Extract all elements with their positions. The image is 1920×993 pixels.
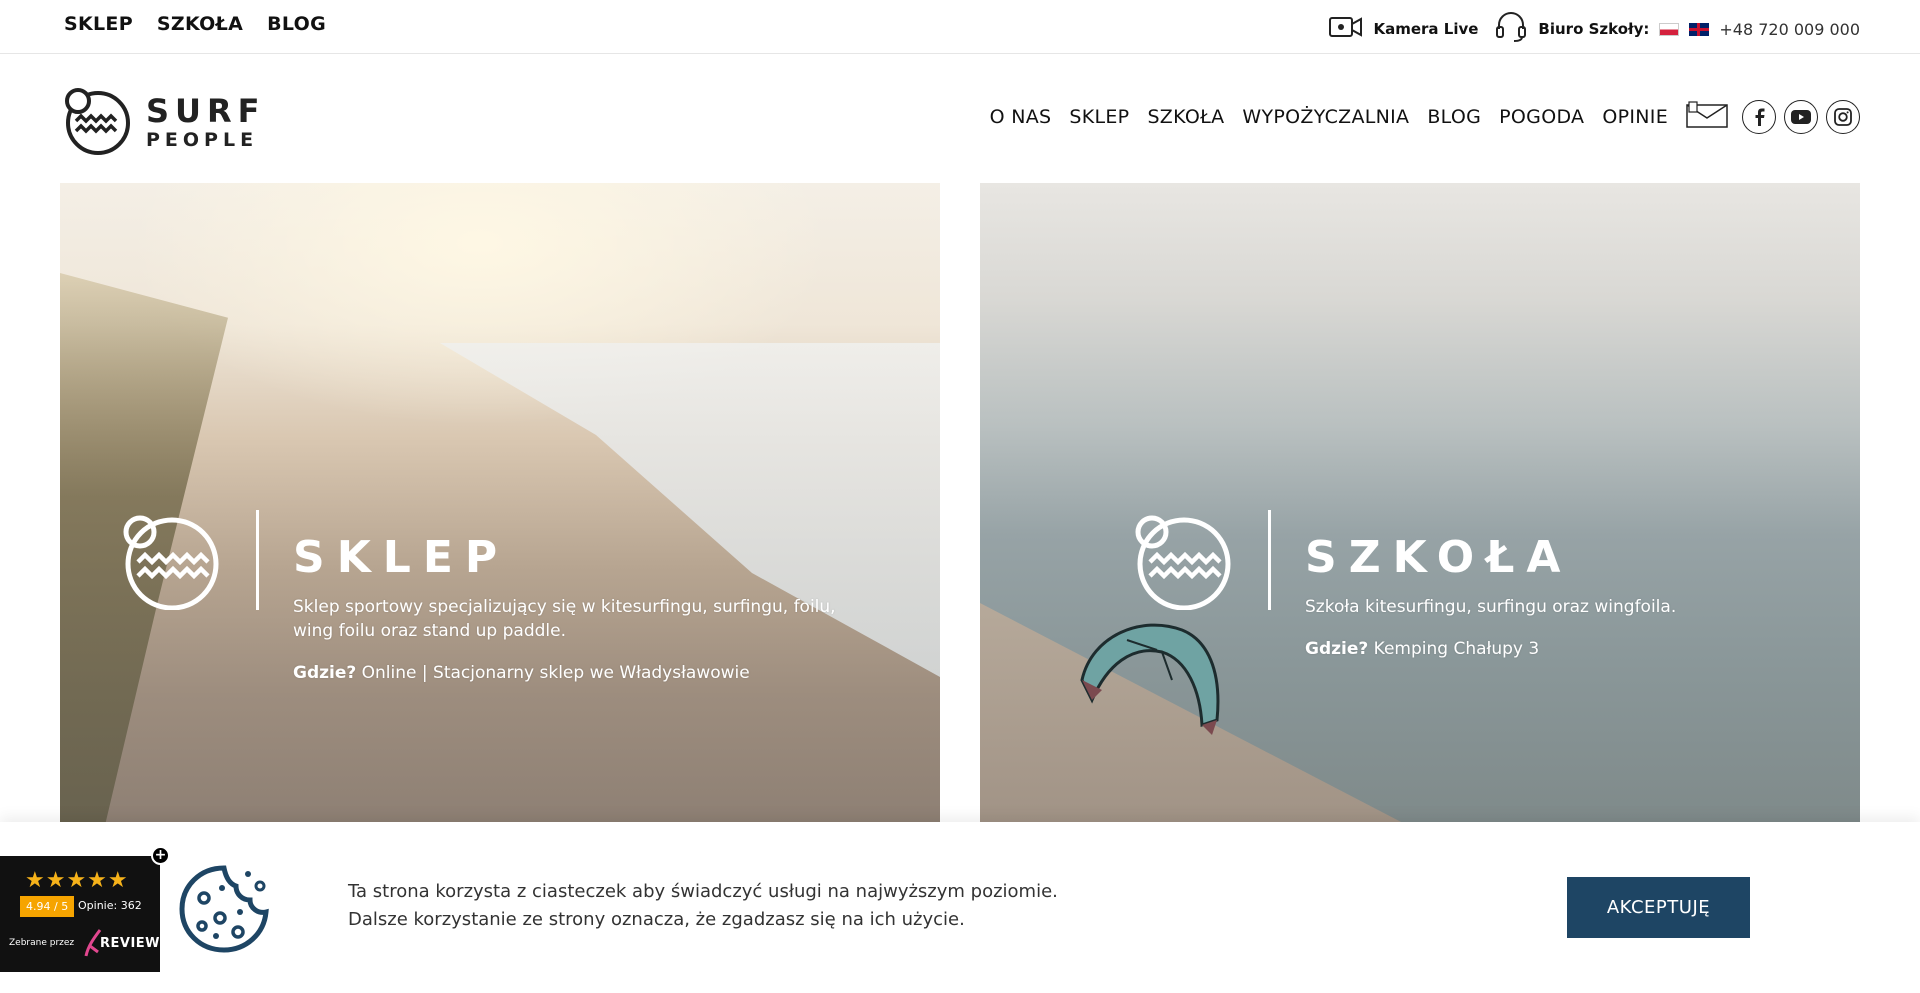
collected-by-label: Zebrane przez: [9, 938, 75, 948]
office-label: Biuro Szkoły:: [1538, 20, 1650, 38]
review-brand: REVIEW: [100, 936, 161, 951]
cookie-line2: Dalsze korzystanie ze strony oznacza, że…: [348, 909, 965, 930]
nav-item-blog[interactable]: BLOG: [1427, 106, 1481, 128]
site-logo[interactable]: SURF PEOPLE: [62, 85, 266, 159]
camera-icon[interactable]: [1329, 16, 1363, 42]
top-contact: Kamera Live Biuro Szkoły: +48 720 009 00…: [1329, 12, 1860, 46]
rating-stars: ★★★★★: [25, 868, 129, 893]
facebook-icon[interactable]: [1742, 100, 1776, 134]
top-link-szkola[interactable]: SZKOŁA: [157, 13, 243, 35]
review-widget[interactable]: + ★★★★★ 4.94 / 5 Opinie: 362 Zebrane prz…: [0, 846, 170, 972]
shop-where-value: Online | Stacjonarny sklep we Władysławo…: [361, 663, 750, 683]
top-bar: SKLEP SZKOŁA BLOG Kamera Live Biuro Szko…: [0, 0, 1920, 54]
youtube-icon[interactable]: [1784, 100, 1818, 134]
shop-location: Gdzie? Online | Stacjonarny sklep we Wła…: [293, 661, 863, 685]
nav-item-o-nas[interactable]: O NAS: [990, 106, 1052, 128]
nav-item-wypozyczalnia[interactable]: WYPOŻYCZALNIA: [1242, 106, 1409, 128]
cookie-icon: [178, 864, 274, 958]
school-card-body: SZKOŁA Szkoła kitesurfingu, surfingu ora…: [1305, 510, 1860, 661]
school-description: Szkoła kitesurfingu, surfingu oraz wingf…: [1305, 597, 1677, 617]
shop-description: Sklep sportowy specjalizujący się w kite…: [293, 597, 836, 641]
shop-where-label: Gdzie?: [293, 663, 357, 683]
nav-item-szkola[interactable]: SZKOŁA: [1147, 106, 1224, 128]
headset-icon: [1494, 12, 1528, 46]
school-panel[interactable]: SZKOŁA Szkoła kitesurfingu, surfingu ora…: [980, 183, 1860, 823]
shop-title: SKLEP: [293, 532, 510, 583]
shop-panel[interactable]: SKLEP Sklep sportowy specjalizujący się …: [60, 183, 940, 823]
main-nav: O NAS SKLEP SZKOŁA WYPOŻYCZALNIA BLOG PO…: [990, 100, 1860, 134]
logo-text: SURF PEOPLE: [146, 95, 266, 150]
logo-line1: SURF: [146, 91, 266, 130]
accept-cookies-button[interactable]: AKCEPTUJĘ: [1567, 877, 1750, 938]
school-card: SZKOŁA Szkoła kitesurfingu, surfingu ora…: [1132, 510, 1860, 661]
surf-people-emblem-icon: [1132, 510, 1232, 611]
card-divider: [256, 510, 259, 610]
surf-people-emblem-icon: [62, 85, 132, 159]
card-divider: [1268, 510, 1271, 610]
surf-people-emblem-icon: [120, 510, 220, 611]
nav-item-opinie[interactable]: OPINIE: [1602, 106, 1668, 128]
school-location: Gdzie? Kemping Chałupy 3: [1305, 637, 1860, 661]
school-where-label: Gdzie?: [1305, 639, 1369, 659]
flag-uk-icon[interactable]: [1689, 22, 1710, 36]
phone-link[interactable]: +48 720 009 000: [1719, 20, 1860, 39]
school-title: SZKOŁA: [1305, 532, 1573, 583]
rating-score: 4.94 / 5: [20, 896, 75, 917]
shop-card: SKLEP Sklep sportowy specjalizujący się …: [120, 510, 863, 685]
opinion-count: Opinie: 362: [78, 899, 142, 912]
nav-item-sklep[interactable]: SKLEP: [1069, 106, 1129, 128]
close-icon[interactable]: +: [151, 846, 170, 865]
cookie-message: Ta strona korzysta z ciasteczek aby świa…: [348, 878, 1058, 934]
cookie-line1: Ta strona korzysta z ciasteczek aby świa…: [348, 881, 1058, 902]
mail-icon[interactable]: [1686, 101, 1728, 133]
school-where-value: Kemping Chałupy 3: [1373, 639, 1540, 659]
camera-live-link[interactable]: Kamera Live: [1373, 20, 1478, 38]
cookie-bar: Ta strona korzysta z ciasteczek aby świa…: [0, 822, 1920, 993]
top-link-sklep[interactable]: SKLEP: [64, 13, 133, 35]
instagram-icon[interactable]: [1826, 100, 1860, 134]
shop-card-body: SKLEP Sklep sportowy specjalizujący się …: [293, 510, 863, 685]
flag-pl-icon[interactable]: [1659, 22, 1680, 36]
logo-line2: PEOPLE: [146, 128, 259, 151]
top-links: SKLEP SZKOŁA BLOG: [64, 13, 326, 35]
social-links: [1686, 100, 1860, 134]
top-link-blog[interactable]: BLOG: [267, 13, 326, 35]
nav-item-pogoda[interactable]: POGODA: [1499, 106, 1584, 128]
